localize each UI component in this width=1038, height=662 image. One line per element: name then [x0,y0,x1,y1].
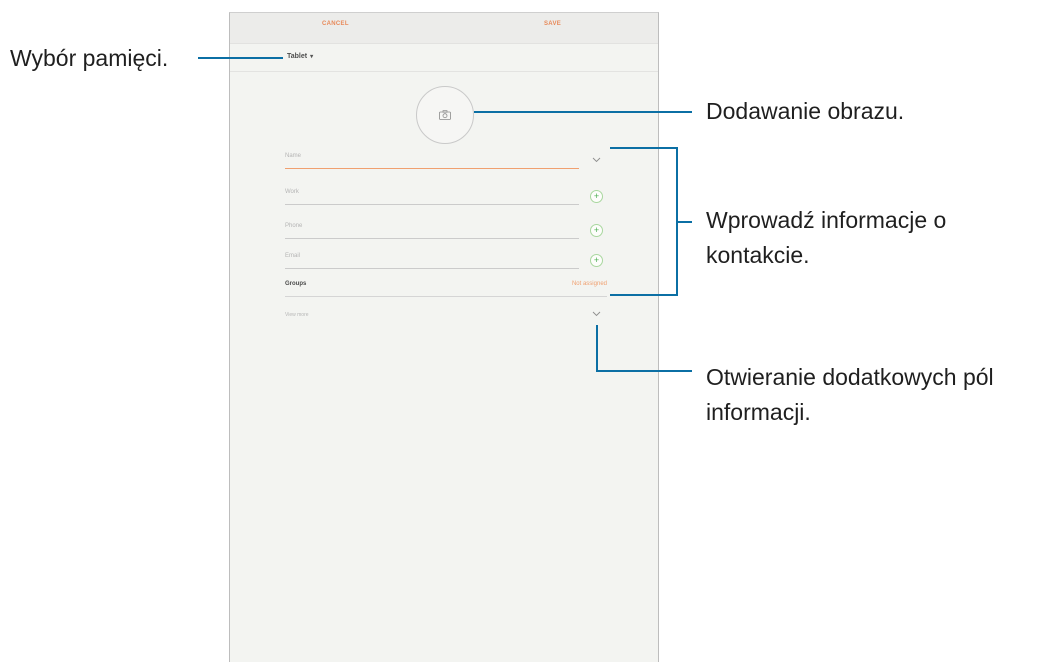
callout-more-fields: Otwieranie dodatkowych pól informacji. [706,364,994,425]
callout-contact-info: Wprowadź informacje o kontakcie. [706,207,947,268]
callout-storage: Wybór pamięci. [10,45,169,71]
callout-photo: Dodawanie obrazu. [706,98,905,124]
